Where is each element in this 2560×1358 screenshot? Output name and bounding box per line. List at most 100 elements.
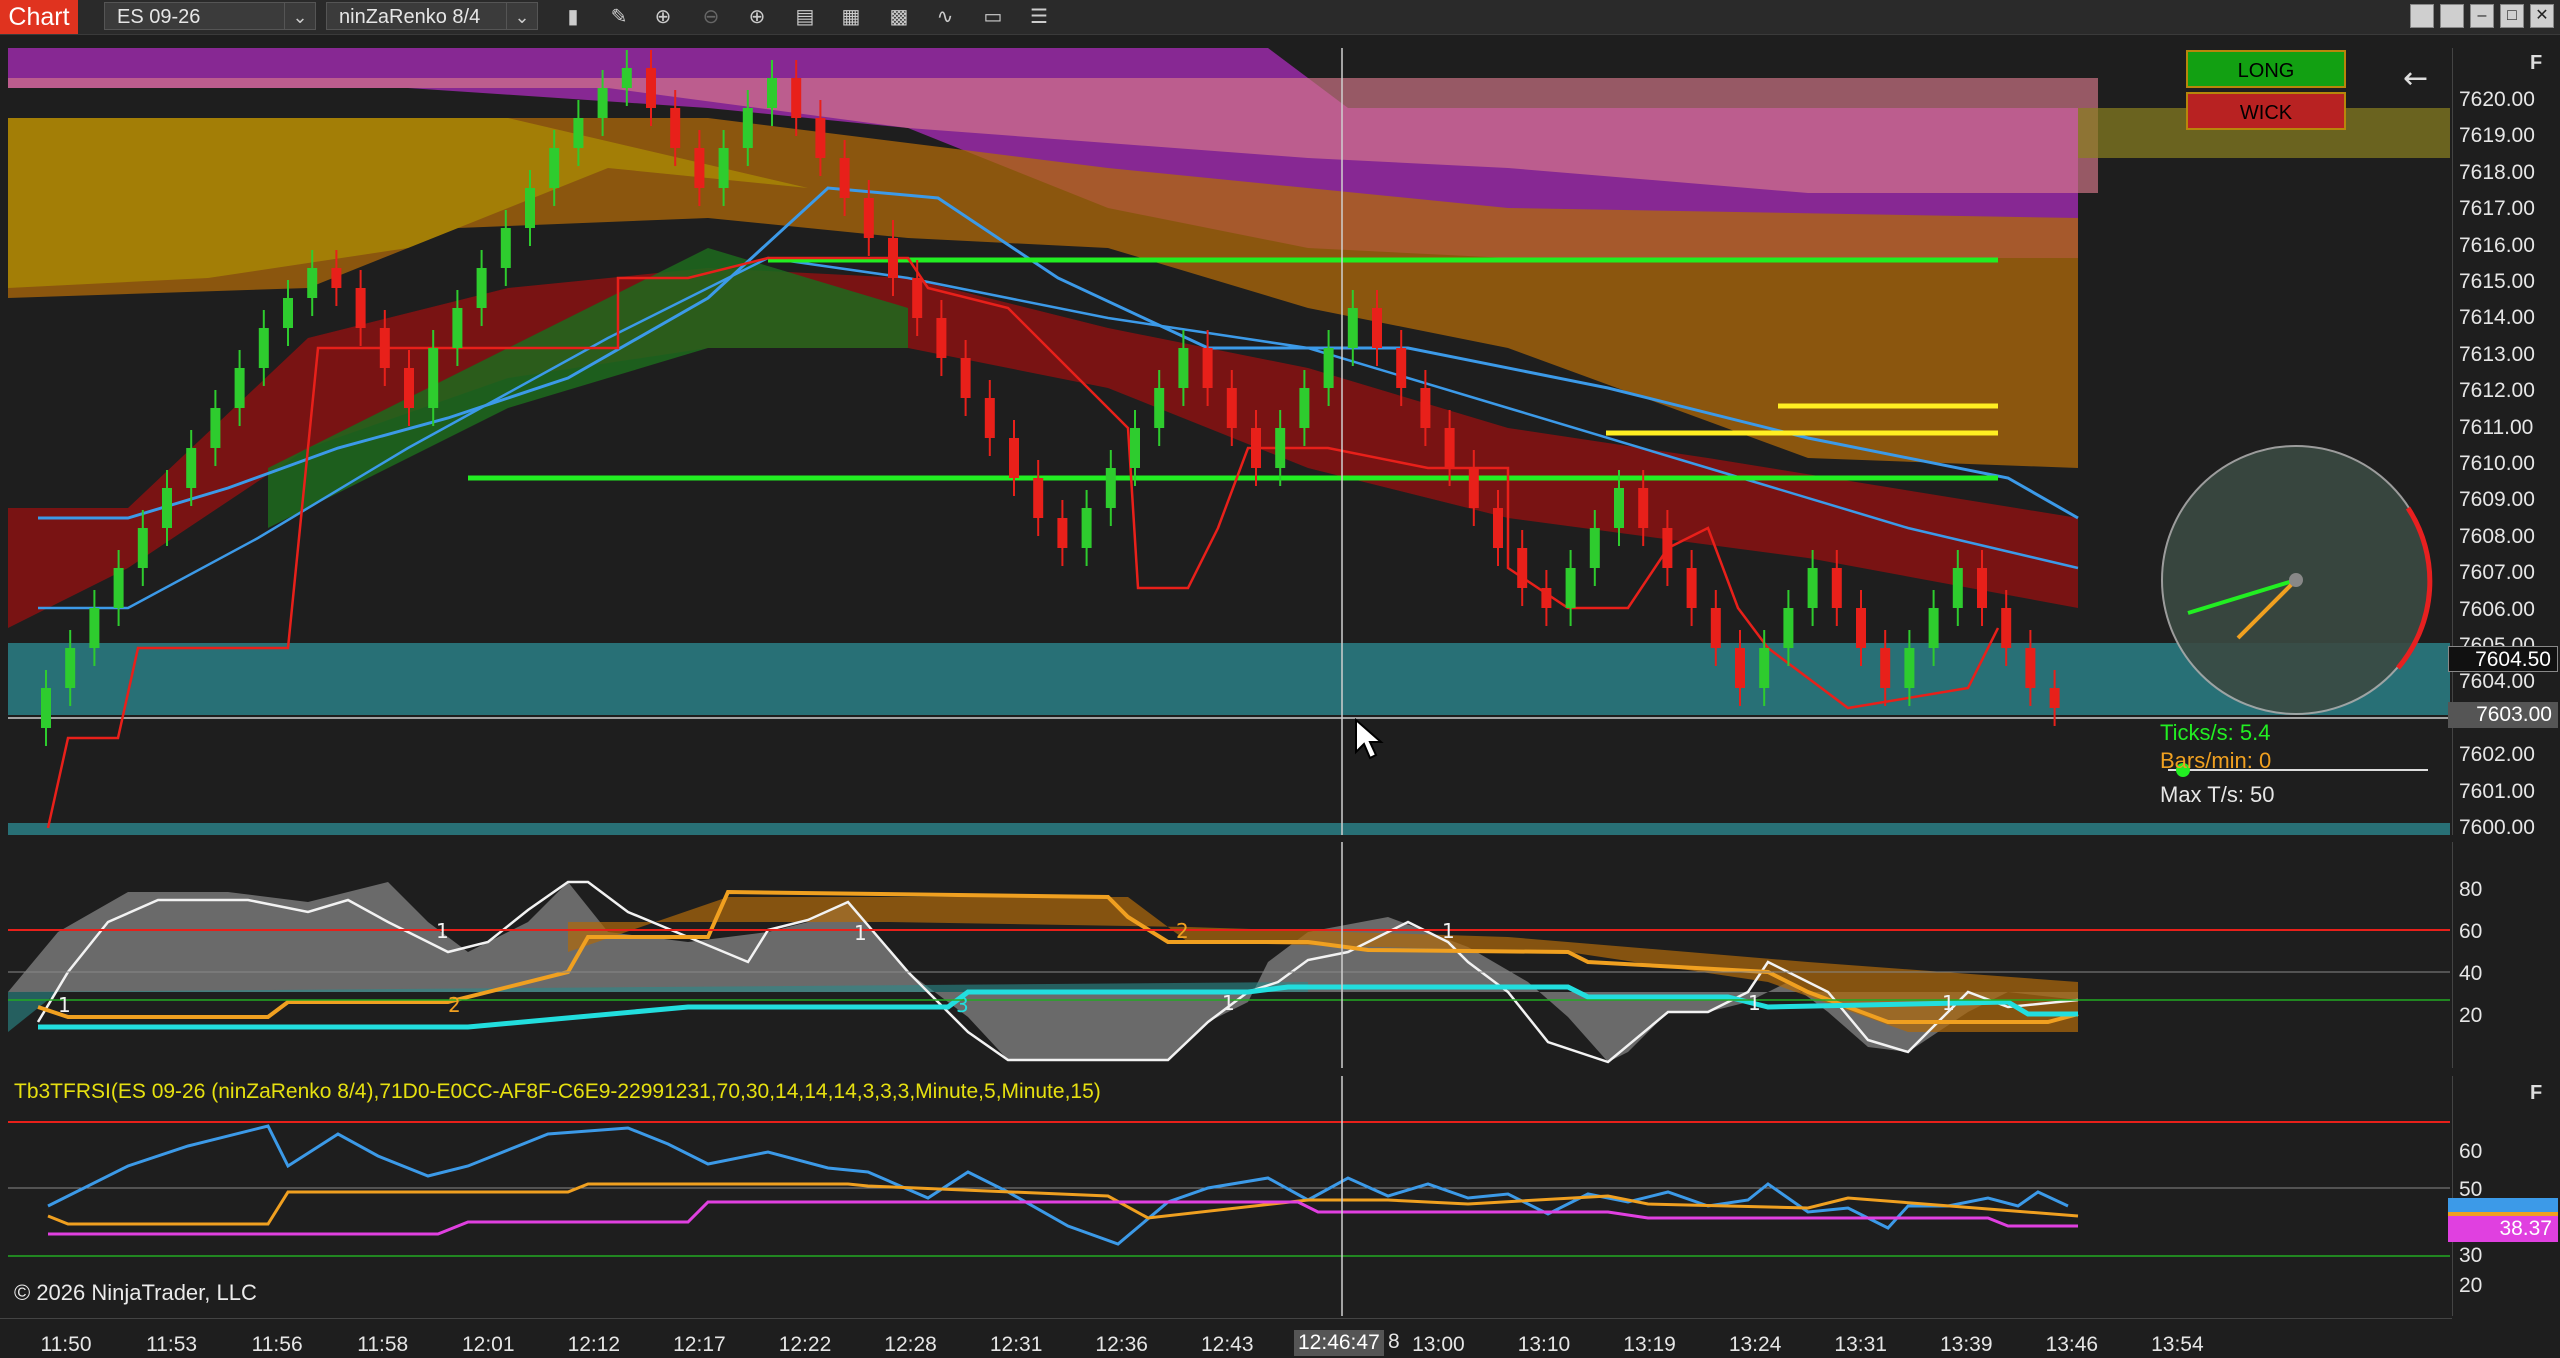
candle-body (1565, 568, 1576, 608)
cursor-time-tail: 8 (1388, 1330, 1400, 1353)
candle-body (1541, 588, 1552, 608)
mouse-cursor-icon (1355, 718, 1384, 760)
candle-body (1977, 568, 1987, 608)
strategies-icon[interactable]: ▩ (884, 4, 914, 30)
candle-body (621, 68, 632, 88)
svg-text:2: 2 (448, 993, 461, 1017)
candle-body (718, 148, 729, 188)
window-tile-icon[interactable] (2410, 4, 2434, 28)
time-tick: 12:43 (1200, 1333, 1254, 1356)
list-icon[interactable]: ☰ (1024, 4, 1054, 30)
instrument-selector[interactable]: ES 09-26 ⌄ (104, 2, 316, 30)
candle-body (525, 188, 535, 228)
candle-body (1033, 478, 1044, 518)
candle-body (1952, 568, 1963, 608)
oscillator-axis[interactable]: 80 60 40 20 (2452, 842, 2560, 1068)
svg-text:1: 1 (58, 993, 71, 1017)
chevron-down-icon[interactable]: ⌄ (506, 3, 537, 29)
candle-body (1202, 348, 1213, 388)
pencil-icon[interactable]: ✎ (604, 4, 634, 30)
svg-text:1: 1 (1442, 919, 1455, 943)
close-icon[interactable]: ✕ (2530, 4, 2554, 28)
data-box-icon[interactable]: ▤ (790, 4, 820, 30)
price-tick: 7619.00 (2459, 124, 2535, 148)
long-button[interactable]: LONG (2186, 50, 2346, 88)
candle-body (1468, 468, 1479, 508)
candle-body (646, 68, 656, 108)
candle-body (1856, 608, 1866, 648)
candle-body (1347, 308, 1358, 348)
candle-body (839, 158, 850, 198)
ticks-per-second: Ticks/s: 5.4 (2160, 720, 2271, 745)
candle-body (1904, 648, 1915, 688)
candle-body (2049, 688, 2060, 708)
price-tick: 7611.00 (2459, 415, 2534, 439)
bar-type-selector[interactable]: ninZaRenko 8/4 ⌄ (326, 2, 538, 30)
wick-button[interactable]: WICK (2186, 92, 2346, 130)
candle-body (404, 368, 414, 408)
tfrsi-panel[interactable] (8, 1076, 2450, 1316)
candle-body (1686, 568, 1697, 608)
candle-body (936, 318, 947, 358)
bars-per-minute: Bars/min: 0 (2160, 748, 2272, 773)
candle-body (1493, 508, 1503, 548)
time-tick: 11:56 (251, 1333, 303, 1356)
candle-body (1589, 528, 1600, 568)
chart-tab[interactable]: Chart (0, 0, 78, 34)
indicators-icon[interactable]: ∿ (930, 4, 960, 30)
candle-body (1420, 388, 1431, 428)
candle-body (234, 368, 245, 408)
price-tick: 7600.00 (2459, 816, 2535, 839)
maximize-icon[interactable]: □ (2500, 4, 2524, 28)
window-restore-icon[interactable] (2440, 4, 2464, 28)
minimize-icon[interactable]: – (2470, 4, 2494, 28)
price-tick: 7618.00 (2459, 160, 2535, 184)
bar-type-icon[interactable]: ▮ (558, 4, 588, 30)
candle-body (476, 268, 487, 308)
time-tick: 13:46 (2045, 1333, 2099, 1356)
candle-body (1299, 388, 1310, 428)
price-tick: 7606.00 (2459, 597, 2535, 621)
candle-body (113, 568, 124, 608)
price-panel[interactable]: ← (8, 48, 2450, 835)
time-axis[interactable]: 11:50 11:53 11:56 11:58 12:01 12:12 12:17 12:22… (0, 1318, 2452, 1358)
price-tick: 7616.00 (2459, 233, 2535, 257)
instrument-value: ES 09-26 (117, 6, 201, 28)
svg-text:1: 1 (854, 921, 867, 945)
candle-body (1928, 608, 1939, 648)
indicator-label: Tb3TFRSI(ES 09-26 (ninZaRenko 8/4),71D0-… (14, 1080, 1101, 1103)
panel-f-button[interactable]: F (2530, 1082, 2552, 1106)
tfrsi-blue-line (47, 1124, 2069, 1246)
time-tick: 12:22 (778, 1333, 832, 1356)
candle-body (307, 268, 318, 298)
svg-text:2: 2 (1176, 919, 1189, 943)
zoom-in-icon[interactable]: ⊕ (648, 4, 678, 30)
time-tick: 11:53 (146, 1333, 198, 1356)
tfrsi-axis[interactable]: 60 50 30 20 (2452, 1076, 2560, 1316)
candle-body (1105, 468, 1116, 508)
properties-icon[interactable]: ▦ (836, 4, 866, 30)
time-tick: 13:54 (2151, 1333, 2204, 1356)
templates-icon[interactable]: ▭ (978, 4, 1008, 30)
time-tick: 13:31 (1834, 1333, 1887, 1356)
zoom-out-icon[interactable]: ⊖ (696, 4, 726, 30)
price-tick: 7609.00 (2459, 488, 2535, 512)
candle-body (1783, 608, 1794, 648)
candle-body (500, 228, 511, 268)
price-tick: 7604.00 (2459, 670, 2535, 694)
candle-body (1009, 438, 1019, 478)
candle-body (2025, 648, 2036, 688)
oscillator-panel[interactable]: 1 1 1 1 1 1 1 2 2 3 (8, 842, 2450, 1068)
price-tick: 7607.00 (2459, 561, 2535, 585)
crosshair-icon[interactable]: ⊕ (742, 4, 772, 30)
panel-f-button[interactable]: F (2530, 52, 2552, 76)
price-tick: 7617.00 (2459, 197, 2535, 221)
candle-body (137, 528, 148, 568)
candle-body (452, 308, 463, 348)
candle-body (1735, 648, 1745, 688)
candle-body (65, 648, 76, 688)
chevron-down-icon[interactable]: ⌄ (284, 3, 315, 29)
candle-body (1710, 608, 1721, 648)
time-tick: 12:12 (567, 1333, 621, 1356)
candle-body (960, 358, 971, 398)
